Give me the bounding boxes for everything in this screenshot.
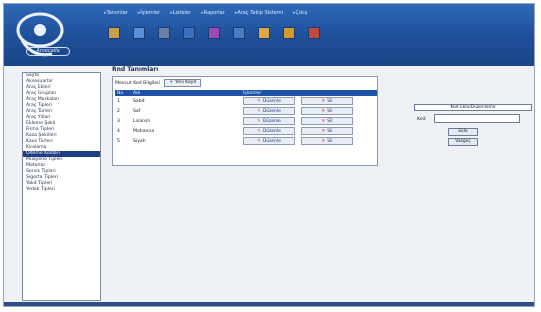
records-table: No Adı İşlemler 1 Sabit ✎ Düzenle ✕ Sil 2 Saf ✎ D… bbox=[115, 90, 377, 146]
table-row: 5 Siyah ✎ Düzenle ✕ Sil bbox=[115, 136, 377, 146]
plus-icon: + bbox=[169, 80, 174, 85]
edit-button[interactable]: ✎ Düzenle bbox=[243, 97, 295, 105]
pencil-icon: ✎ bbox=[257, 118, 261, 124]
row-actions: ✎ Düzenle ✕ Sil bbox=[241, 96, 377, 106]
top-menu-item[interactable]: Tanımlar bbox=[104, 8, 128, 18]
edit-button[interactable]: ✎ Düzenle bbox=[243, 137, 295, 145]
edit-label: Düzenle bbox=[262, 138, 281, 144]
main-panel: Mevcut Kod Bilgileri + Yeni Kayıt No Adı… bbox=[112, 76, 378, 166]
edit-label: Düzenle bbox=[262, 118, 281, 124]
book-icon[interactable] bbox=[133, 27, 145, 39]
row-id: 4 bbox=[117, 128, 120, 134]
row-name: Saf bbox=[133, 108, 141, 114]
pencil-icon: ✎ bbox=[257, 138, 261, 144]
row-id: 5 bbox=[117, 138, 120, 144]
row-actions: ✎ Düzenle ✕ Sil bbox=[241, 126, 377, 136]
form-header: Kod Ekle/Düzenleme bbox=[414, 104, 532, 111]
sidebar: Sayfa Aksesuarlar Araç Ekleri Araç Grupları… bbox=[22, 72, 101, 301]
delete-label: Sil bbox=[327, 128, 333, 134]
delete-x-icon: ✕ bbox=[321, 128, 326, 134]
save-button[interactable]: Ekle bbox=[448, 128, 478, 136]
pencil-icon: ✎ bbox=[257, 98, 261, 104]
delete-button[interactable]: ✕ Sil bbox=[301, 97, 353, 105]
page-title: Rnd Tanımları bbox=[112, 66, 159, 73]
delete-button[interactable]: ✕ Sil bbox=[301, 107, 353, 115]
table-row: 4 Mahanna ✎ Düzenle ✕ Sil bbox=[115, 126, 377, 136]
edit-label: Düzenle bbox=[262, 98, 281, 104]
row-name: Sabit bbox=[133, 98, 145, 104]
delete-label: Sil bbox=[327, 108, 333, 114]
top-menu-item[interactable]: İşlemler bbox=[138, 8, 160, 18]
row-name: Siyah bbox=[133, 138, 146, 144]
delete-x-icon: ✕ bbox=[321, 138, 326, 144]
table-row: 1 Sabit ✎ Düzenle ✕ Sil bbox=[115, 96, 377, 106]
delete-button[interactable]: ✕ Sil bbox=[301, 127, 353, 135]
pencil-icon: ✎ bbox=[257, 108, 261, 114]
delete-x-icon: ✕ bbox=[321, 118, 326, 124]
pencil-icon: ✎ bbox=[257, 128, 261, 134]
edit-form: Kod Ekle/Düzenleme Kod Ekle Vazgeç bbox=[414, 104, 532, 152]
app-window: Arvecaila Tanımlar İşlemler Listeler Raporl… bbox=[3, 3, 535, 307]
row-name: Mahanna bbox=[133, 128, 155, 134]
edit-label: Düzenle bbox=[262, 128, 281, 134]
logo-label: Arvecaila bbox=[26, 47, 70, 56]
delete-button[interactable]: ✕ Sil bbox=[301, 117, 353, 125]
cancel-button[interactable]: Vazgeç bbox=[448, 138, 478, 146]
delete-x-icon: ✕ bbox=[321, 108, 326, 114]
row-actions: ✎ Düzenle ✕ Sil bbox=[241, 116, 377, 126]
panel-label: Mevcut Kod Bilgileri bbox=[115, 80, 161, 86]
code-input[interactable] bbox=[434, 114, 520, 123]
monitor-icon[interactable] bbox=[183, 27, 195, 39]
bottom-bar bbox=[4, 302, 534, 306]
table-row: 3 Lisanslı ✎ Düzenle ✕ Sil bbox=[115, 116, 377, 126]
delete-label: Sil bbox=[327, 138, 333, 144]
form-field-label: Kod bbox=[417, 117, 426, 122]
add-record-label: Yeni Kayıt bbox=[175, 80, 197, 85]
row-id: 2 bbox=[117, 108, 120, 114]
top-menu-item[interactable]: Listeler bbox=[170, 8, 191, 18]
delete-label: Sil bbox=[327, 98, 333, 104]
panel-bar: Mevcut Kod Bilgileri + Yeni Kayıt bbox=[113, 77, 377, 89]
top-menu-item[interactable]: Çıkış bbox=[293, 8, 308, 18]
top-menu-item[interactable]: Araç Takip Sistemi bbox=[235, 8, 283, 18]
edit-button[interactable]: ✎ Düzenle bbox=[243, 117, 295, 125]
delete-label: Sil bbox=[327, 118, 333, 124]
list-icon[interactable] bbox=[158, 27, 170, 39]
chart-icon[interactable] bbox=[308, 27, 320, 39]
edit-button[interactable]: ✎ Düzenle bbox=[243, 127, 295, 135]
row-name: Lisanslı bbox=[133, 118, 150, 124]
note-icon[interactable] bbox=[258, 27, 270, 39]
edit-button[interactable]: ✎ Düzenle bbox=[243, 107, 295, 115]
toolbar bbox=[108, 27, 320, 41]
grid-icon[interactable] bbox=[233, 27, 245, 39]
car-icon[interactable] bbox=[108, 27, 120, 39]
top-menu: Tanımlar İşlemler Listeler Raporlar Araç Tak… bbox=[104, 8, 308, 18]
row-actions: ✎ Düzenle ✕ Sil bbox=[241, 136, 377, 146]
top-menu-item[interactable]: Raporlar bbox=[201, 8, 225, 18]
edit-label: Düzenle bbox=[262, 108, 281, 114]
sidebar-item[interactable]: Yedek Tipleri bbox=[23, 187, 100, 193]
row-actions: ✎ Düzenle ✕ Sil bbox=[241, 106, 377, 116]
table-row: 2 Saf ✎ Düzenle ✕ Sil bbox=[115, 106, 377, 116]
table-icon[interactable] bbox=[208, 27, 220, 39]
row-id: 1 bbox=[117, 98, 120, 104]
folder-icon[interactable] bbox=[283, 27, 295, 39]
header: Arvecaila Tanımlar İşlemler Listeler Raporl… bbox=[4, 4, 534, 66]
delete-x-icon: ✕ bbox=[321, 98, 326, 104]
add-record-button[interactable]: + Yeni Kayıt bbox=[164, 79, 202, 87]
row-id: 3 bbox=[117, 118, 120, 124]
delete-button[interactable]: ✕ Sil bbox=[301, 137, 353, 145]
